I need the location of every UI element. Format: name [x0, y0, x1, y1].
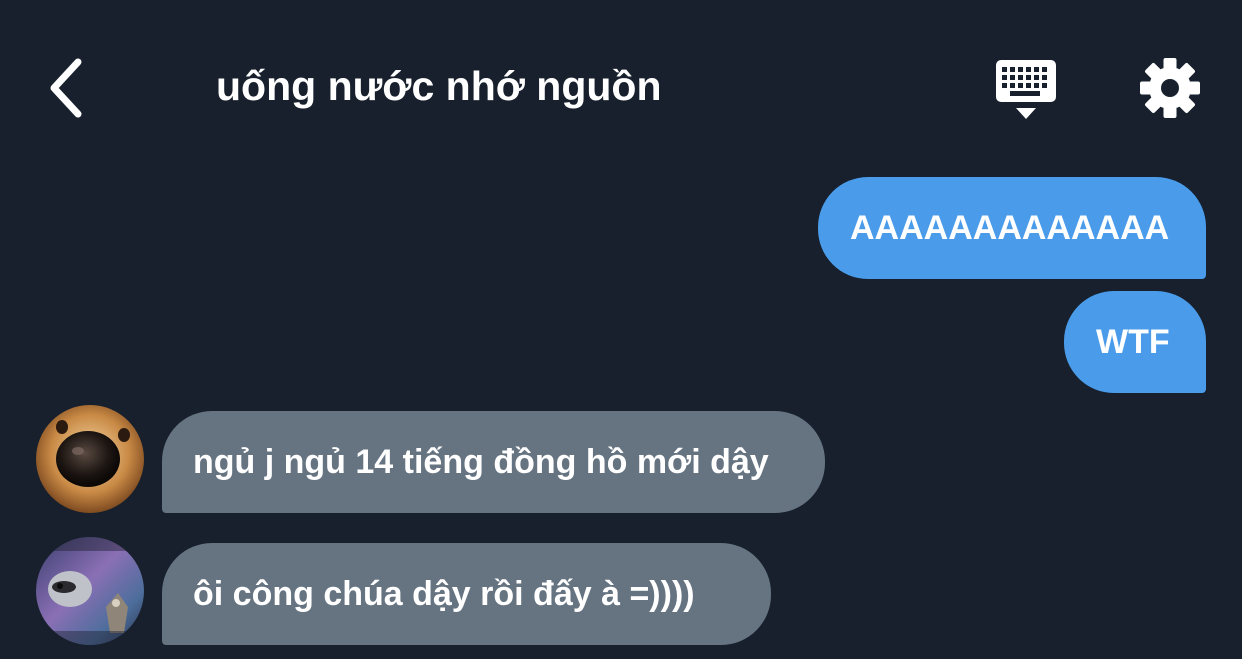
chat-header: uống nước nhớ nguồn	[0, 0, 1242, 170]
message-text: WTF	[1096, 323, 1170, 361]
message-bubble-incoming[interactable]: ngủ j ngủ 14 tiếng đồng hồ mới dậy	[162, 411, 825, 513]
avatar[interactable]	[36, 537, 144, 645]
message-text: ôi công chúa dậy rồi đấy à =))))	[193, 575, 695, 613]
message-text: AAAAAAAAAAAAA	[850, 209, 1170, 247]
gear-icon	[1140, 58, 1200, 118]
message-bubble-incoming[interactable]: ôi công chúa dậy rồi đấy à =))))	[162, 543, 771, 645]
raccoon-wolf-avatar-image	[36, 537, 144, 645]
chat-title: uống nước nhớ nguồn	[216, 63, 662, 109]
message-bubble-outgoing[interactable]: WTF	[1064, 291, 1206, 393]
settings-button[interactable]	[1138, 56, 1202, 120]
dog-avatar-image	[36, 405, 144, 513]
message-bubble-outgoing[interactable]: AAAAAAAAAAAAA	[818, 177, 1206, 279]
chevron-left-icon	[50, 58, 82, 118]
keyboard-icon	[996, 60, 1056, 119]
avatar[interactable]	[36, 405, 144, 513]
message-text: ngủ j ngủ 14 tiếng đồng hồ mới dậy	[193, 443, 769, 481]
back-button[interactable]	[40, 50, 96, 126]
keyboard-button[interactable]	[990, 56, 1062, 124]
